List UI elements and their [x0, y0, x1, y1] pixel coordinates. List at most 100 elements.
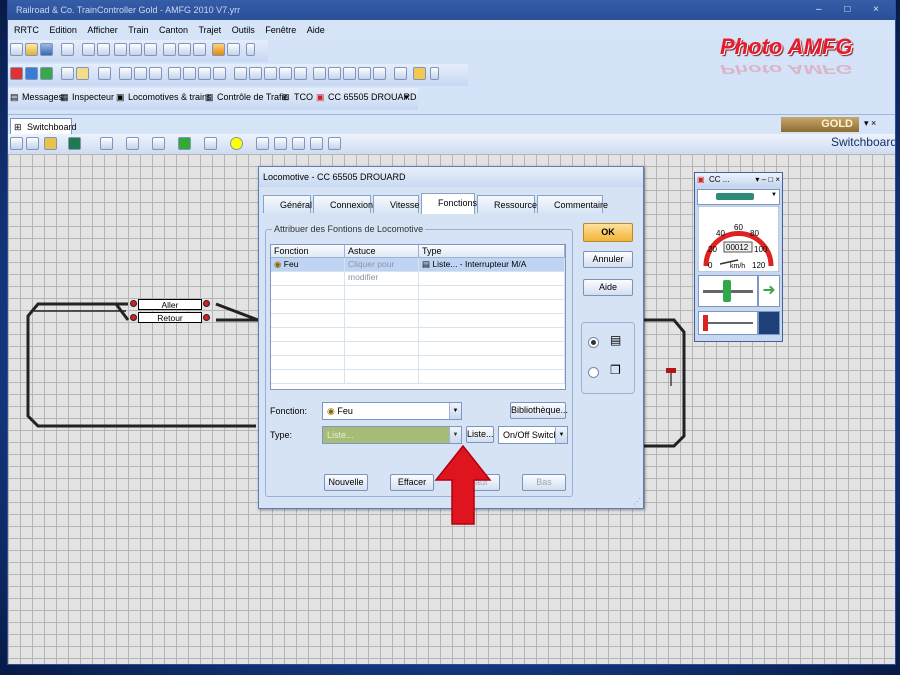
signal-retour-left[interactable]: [130, 314, 137, 321]
signal-aller-right[interactable]: [203, 300, 210, 307]
toolbar-overflow-icon[interactable]: [246, 43, 255, 56]
menu-edition[interactable]: Edition: [49, 20, 77, 40]
run-mode-icon[interactable]: [76, 67, 89, 80]
sound-icon[interactable]: [413, 67, 426, 80]
inspecteur-button[interactable]: Inspecteur: [72, 92, 114, 102]
tab-switchboard[interactable]: ⊞ Switchboard: [10, 118, 77, 134]
link-icon[interactable]: [343, 67, 356, 80]
menu-fenetre[interactable]: Fenêtre: [265, 20, 296, 40]
paste-icon[interactable]: [144, 43, 157, 56]
type-select[interactable]: Liste... ▼: [322, 426, 462, 444]
radio-multi-view[interactable]: [588, 367, 599, 378]
radio-single-view[interactable]: [588, 337, 599, 348]
ok-button[interactable]: OK: [583, 223, 633, 242]
col-astuce[interactable]: Astuce: [345, 245, 419, 257]
switch-icon[interactable]: [126, 137, 139, 150]
smiley-icon[interactable]: [292, 137, 305, 150]
switch-type-select[interactable]: On/Off Switch ▼: [498, 426, 568, 444]
window-controls[interactable]: – □ ×: [816, 0, 889, 20]
layer-icon[interactable]: [373, 67, 386, 80]
tab-connexion[interactable]: Connexion: [313, 195, 373, 213]
tco-button[interactable]: TCO: [294, 92, 313, 102]
table-row[interactable]: [271, 314, 565, 328]
fill-icon[interactable]: [44, 137, 57, 150]
signal-icon[interactable]: [152, 137, 165, 150]
liste-button[interactable]: Liste...: [466, 426, 494, 443]
table-row[interactable]: [271, 272, 565, 286]
insert-column-icon[interactable]: [183, 67, 196, 80]
table-row[interactable]: [271, 286, 565, 300]
nouvelle-button[interactable]: Nouvelle: [324, 474, 368, 491]
bibliotheque-button[interactable]: Bibliothèque...: [510, 402, 568, 419]
save-icon[interactable]: [40, 43, 53, 56]
align-right-icon[interactable]: [249, 67, 262, 80]
rotate-icon[interactable]: [98, 67, 111, 80]
fonction-select[interactable]: ◉ Feu ▼: [322, 402, 462, 420]
throttle-slider[interactable]: [698, 275, 758, 307]
menu-afficher[interactable]: Afficher: [87, 20, 117, 40]
table-row[interactable]: [271, 342, 565, 356]
table-row[interactable]: [271, 356, 565, 370]
toolbar3-overflow-icon[interactable]: ▾: [404, 92, 409, 103]
effacer-button[interactable]: Effacer: [390, 474, 434, 491]
align-bottom-icon[interactable]: [279, 67, 292, 80]
tab-controls[interactable]: ▾ ×: [864, 118, 876, 129]
picture-icon[interactable]: [328, 137, 341, 150]
track-icon[interactable]: [100, 137, 113, 150]
menu-aide[interactable]: Aide: [307, 20, 325, 40]
tab-ressources[interactable]: Ressources: [477, 195, 542, 213]
signal-retour-right[interactable]: [203, 314, 210, 321]
route-aller[interactable]: Aller: [138, 299, 202, 310]
functions-table[interactable]: Fonction Astuce Type ◉ Feu Cliquer pour …: [270, 244, 566, 390]
tab-general[interactable]: Général: [263, 195, 312, 213]
go-icon[interactable]: [40, 67, 53, 80]
label-tool-icon[interactable]: [274, 137, 287, 150]
direction-arrow-icon[interactable]: ➜: [758, 275, 780, 307]
stop-icon[interactable]: [10, 67, 23, 80]
delete-column-icon[interactable]: [213, 67, 226, 80]
menu-train[interactable]: Train: [128, 20, 148, 40]
col-type[interactable]: Type: [419, 245, 565, 257]
resize-grip-icon[interactable]: ⋰: [633, 497, 641, 506]
zoom-out-icon[interactable]: [134, 67, 147, 80]
flip-icon[interactable]: [163, 43, 176, 56]
align-left-icon[interactable]: [234, 67, 247, 80]
indicator-icon[interactable]: [204, 137, 217, 150]
cab-loco-select[interactable]: ▼: [697, 189, 780, 205]
locomotives-button[interactable]: Locomotives & trains: [128, 92, 212, 102]
help-pointer-icon[interactable]: [227, 43, 240, 56]
color-icon[interactable]: [68, 137, 81, 150]
button-tool-icon[interactable]: [256, 137, 269, 150]
cab-window-controls[interactable]: ▾ – □ ×: [755, 173, 780, 187]
track-signal-marker[interactable]: [666, 368, 676, 373]
pen-icon[interactable]: [26, 137, 39, 150]
text-icon[interactable]: [313, 67, 326, 80]
cut-icon[interactable]: [114, 43, 127, 56]
contact-icon[interactable]: [230, 137, 243, 150]
bas-button[interactable]: Bas: [522, 474, 566, 491]
messages-button[interactable]: Messages: [22, 92, 63, 102]
col-fonction[interactable]: Fonction: [271, 245, 345, 257]
print-icon[interactable]: [61, 43, 74, 56]
table-row[interactable]: ◉ Feu Cliquer pour modifier ▤ Liste... -…: [271, 258, 565, 282]
zoom-fit-icon[interactable]: [149, 67, 162, 80]
insert-row-icon[interactable]: [168, 67, 181, 80]
copy-icon[interactable]: [129, 43, 142, 56]
menu-rrtc[interactable]: RRTC: [14, 20, 39, 40]
annuler-button[interactable]: Annuler: [583, 251, 633, 268]
brake-knob[interactable]: [703, 315, 708, 331]
table-row[interactable]: [271, 300, 565, 314]
zoom-in-icon[interactable]: [119, 67, 132, 80]
traffic-control-button[interactable]: Contrôle de Trafic: [217, 92, 288, 102]
throttle-knob[interactable]: [723, 280, 731, 302]
mirror-icon[interactable]: [178, 43, 191, 56]
aide-button[interactable]: Aide: [583, 279, 633, 296]
pause-icon[interactable]: [25, 67, 38, 80]
cell-type[interactable]: ▤ Liste... - Interrupteur M/A: [419, 258, 565, 271]
tab-vitesse[interactable]: Vitesse: [373, 195, 419, 213]
tab-commentaire[interactable]: Commentaire: [537, 195, 608, 213]
route-retour[interactable]: Retour: [138, 312, 202, 323]
menu-canton[interactable]: Canton: [159, 20, 188, 40]
menu-outils[interactable]: Outils: [232, 20, 255, 40]
toolbar2-overflow-icon[interactable]: [430, 67, 439, 80]
